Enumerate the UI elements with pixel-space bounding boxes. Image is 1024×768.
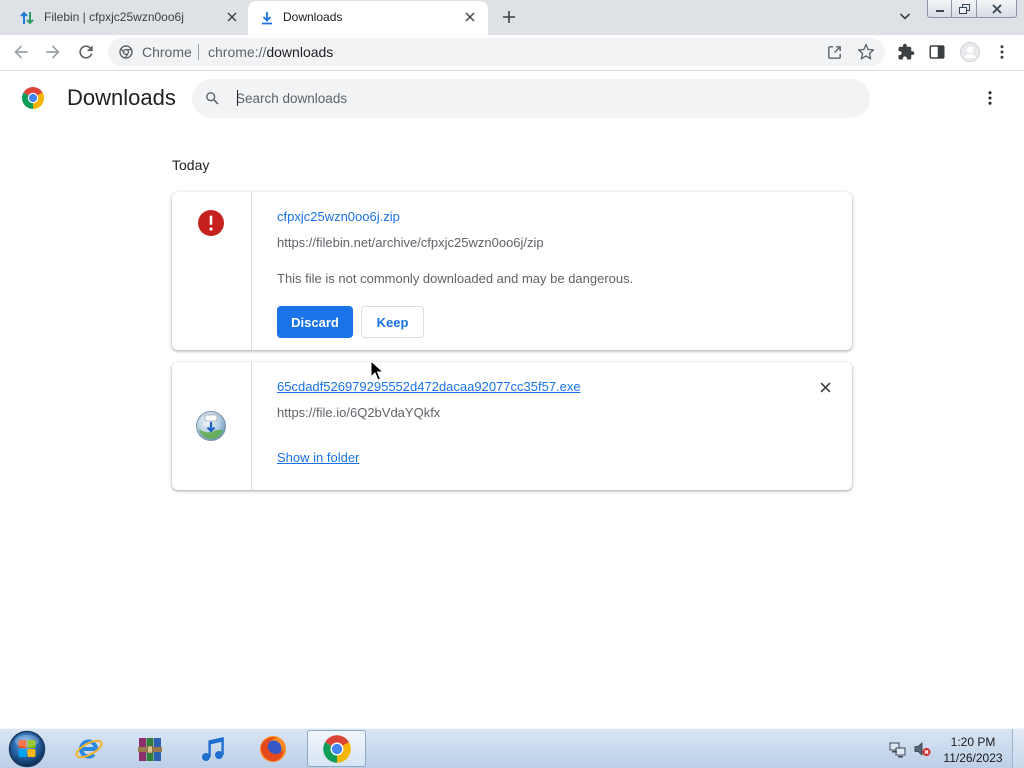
close-window-button[interactable]: [977, 0, 1017, 18]
tab-search-button[interactable]: [895, 6, 915, 26]
omnibox[interactable]: Chrome chrome://downloads: [108, 38, 885, 66]
chevron-down-icon: [899, 13, 911, 20]
date-header: Today: [172, 157, 210, 173]
bookmark-star-button[interactable]: [856, 42, 876, 62]
search-input[interactable]: [236, 79, 836, 118]
close-icon: [820, 382, 830, 392]
download-filename: cfpxjc25wzn0oo6j.zip: [277, 209, 400, 224]
winrar-icon: [138, 737, 162, 761]
extensions-puzzle-icon: [898, 43, 915, 60]
tab-close-button[interactable]: [224, 9, 240, 25]
search-icon: [206, 92, 219, 105]
back-button[interactable]: [7, 38, 35, 66]
windows-taskbar: 1:20 PM 11/26/2023: [0, 728, 1024, 768]
search-bar[interactable]: [192, 79, 870, 118]
forward-button[interactable]: [39, 38, 67, 66]
profile-avatar-icon: [959, 41, 981, 63]
minimize-button[interactable]: [927, 0, 952, 18]
share-icon: [827, 45, 841, 59]
remove-download-button[interactable]: [815, 377, 835, 397]
side-panel-icon: [929, 45, 945, 59]
discard-button[interactable]: Discard: [277, 306, 353, 338]
restore-button[interactable]: [952, 0, 977, 18]
volume-muted-icon[interactable]: [913, 740, 931, 758]
chrome-logo-icon: [22, 87, 44, 109]
reload-button[interactable]: [72, 38, 100, 66]
plus-icon: [503, 11, 515, 23]
url-host: downloads: [266, 44, 334, 60]
tab-title: Downloads: [283, 10, 343, 24]
kebab-menu-icon: [988, 91, 992, 105]
firefox-icon: [260, 735, 286, 762]
tab-title: Filebin | cfpxjc25wzn0oo6j: [44, 10, 184, 24]
danger-icon: [198, 210, 224, 236]
taskbar-chrome[interactable]: [307, 730, 366, 767]
tab-downloads[interactable]: Downloads: [248, 1, 488, 35]
taskbar-music-player[interactable]: [184, 730, 240, 767]
download-filename-link[interactable]: 65cdadf526979295552d472dacaa92077cc35f57…: [277, 379, 581, 395]
kebab-menu-icon: [1000, 45, 1004, 59]
new-tab-button[interactable]: [495, 3, 523, 31]
restore-icon: [958, 3, 970, 14]
omnibox-url[interactable]: chrome://downloads: [208, 44, 333, 60]
music-player-icon: [202, 736, 224, 761]
close-window-icon: [991, 3, 1002, 14]
taskbar-internet-explorer[interactable]: [61, 730, 117, 767]
tab-filebin[interactable]: Filebin | cfpxjc25wzn0oo6j: [8, 1, 248, 35]
window-controls: [927, 0, 1017, 18]
download-url: https://filebin.net/archive/cfpxjc25wzn0…: [277, 235, 544, 250]
forward-arrow-icon: [46, 45, 60, 59]
omnibox-site-chip: Chrome: [142, 44, 192, 60]
tab-close-button[interactable]: [462, 9, 478, 25]
download-icon-column: [172, 192, 252, 350]
danger-warning-text: This file is not commonly downloaded and…: [277, 271, 634, 286]
extensions-button[interactable]: [894, 40, 918, 64]
download-icon-column: [172, 362, 252, 490]
show-in-folder-link[interactable]: Show in folder: [277, 450, 359, 466]
download-icon: [262, 12, 272, 25]
chrome-icon: [322, 734, 351, 763]
taskbar-winrar[interactable]: [122, 730, 178, 767]
close-icon: [465, 12, 475, 22]
back-arrow-icon: [14, 45, 28, 59]
filebin-arrows-icon: [20, 11, 34, 25]
browser-menu-button[interactable]: [990, 40, 1014, 64]
clock-date[interactable]: 11/26/2023: [940, 751, 1006, 765]
reload-icon: [79, 45, 93, 59]
tab-strip: Filebin | cfpxjc25wzn0oo6j Downloads: [0, 0, 1024, 35]
taskbar-firefox[interactable]: [245, 730, 301, 767]
clock-time[interactable]: 1:20 PM: [940, 735, 1006, 749]
downloads-menu-button[interactable]: [978, 86, 1002, 110]
page-title: Downloads: [67, 85, 176, 110]
keep-button[interactable]: Keep: [361, 306, 424, 338]
windows-start-orb-icon[interactable]: [8, 730, 46, 768]
download-url: https://file.io/6Q2bVdaYQkfx: [277, 405, 441, 420]
url-scheme: chrome://: [208, 44, 267, 60]
side-panel-button[interactable]: [925, 40, 949, 64]
profile-button[interactable]: [958, 40, 982, 64]
share-button[interactable]: [824, 42, 844, 62]
chrome-site-icon[interactable]: [119, 45, 133, 59]
download-item: cfpxjc25wzn0oo6j.zip https://filebin.net…: [172, 192, 852, 350]
internet-explorer-icon: [75, 739, 103, 758]
star-icon: [857, 43, 875, 60]
minimize-icon: [935, 9, 944, 12]
close-icon: [227, 12, 237, 22]
download-item: 65cdadf526979295552d472dacaa92077cc35f57…: [172, 362, 852, 490]
browser-toolbar: Chrome chrome://downloads: [0, 35, 1024, 71]
show-desktop-button[interactable]: [1012, 729, 1024, 768]
network-icon[interactable]: [889, 740, 907, 758]
omnibox-separator: [198, 44, 199, 60]
installer-globe-icon: [196, 411, 226, 441]
text-caret: [237, 90, 238, 106]
